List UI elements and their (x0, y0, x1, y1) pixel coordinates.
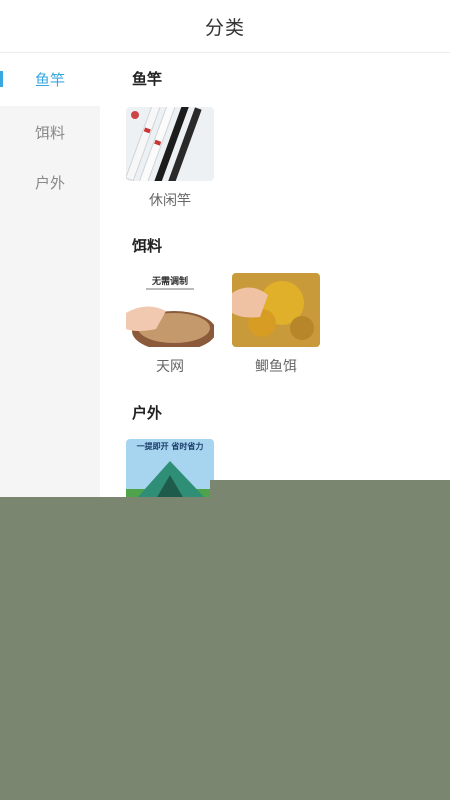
bait-powder-image: 无需调制 (126, 273, 214, 347)
fishing-rod-image (126, 107, 214, 181)
product-leisure-rod[interactable]: 休闲竿 (126, 107, 214, 210)
sidebar-item-label: 户外 (34, 173, 65, 192)
section-title-outdoor: 户外 (132, 404, 163, 422)
sidebar-item-outdoor[interactable]: 户外 (0, 156, 100, 208)
sidebar-item-bait[interactable]: 饵料 (0, 106, 100, 158)
section-title-fishing-rod: 鱼竿 (132, 70, 163, 88)
sidebar-item-label: 饵料 (34, 123, 65, 142)
page-title: 分类 (204, 16, 245, 39)
product-tianwang[interactable]: 无需调制 天网 (126, 273, 214, 376)
section-title-bait: 饵料 (132, 237, 163, 255)
sidebar-item-fishing-rod[interactable]: 鱼竿 (0, 53, 100, 105)
product-name: 鲫鱼饵 (255, 359, 297, 375)
yellow-bait-image (232, 273, 320, 347)
tent-overlay-text: 一提即开 省时省力 (137, 441, 204, 451)
overlay-panel (0, 497, 450, 800)
top-header: 分类 (0, 0, 450, 53)
overlay-panel-top (210, 480, 450, 498)
product-name: 休闲竿 (149, 193, 191, 209)
product-crucian-bait[interactable]: 鲫鱼饵 (232, 273, 320, 376)
bait-overlay-text: 无需调制 (151, 275, 188, 287)
product-name: 天网 (156, 359, 184, 375)
sidebar-item-label: 鱼竿 (34, 70, 65, 89)
